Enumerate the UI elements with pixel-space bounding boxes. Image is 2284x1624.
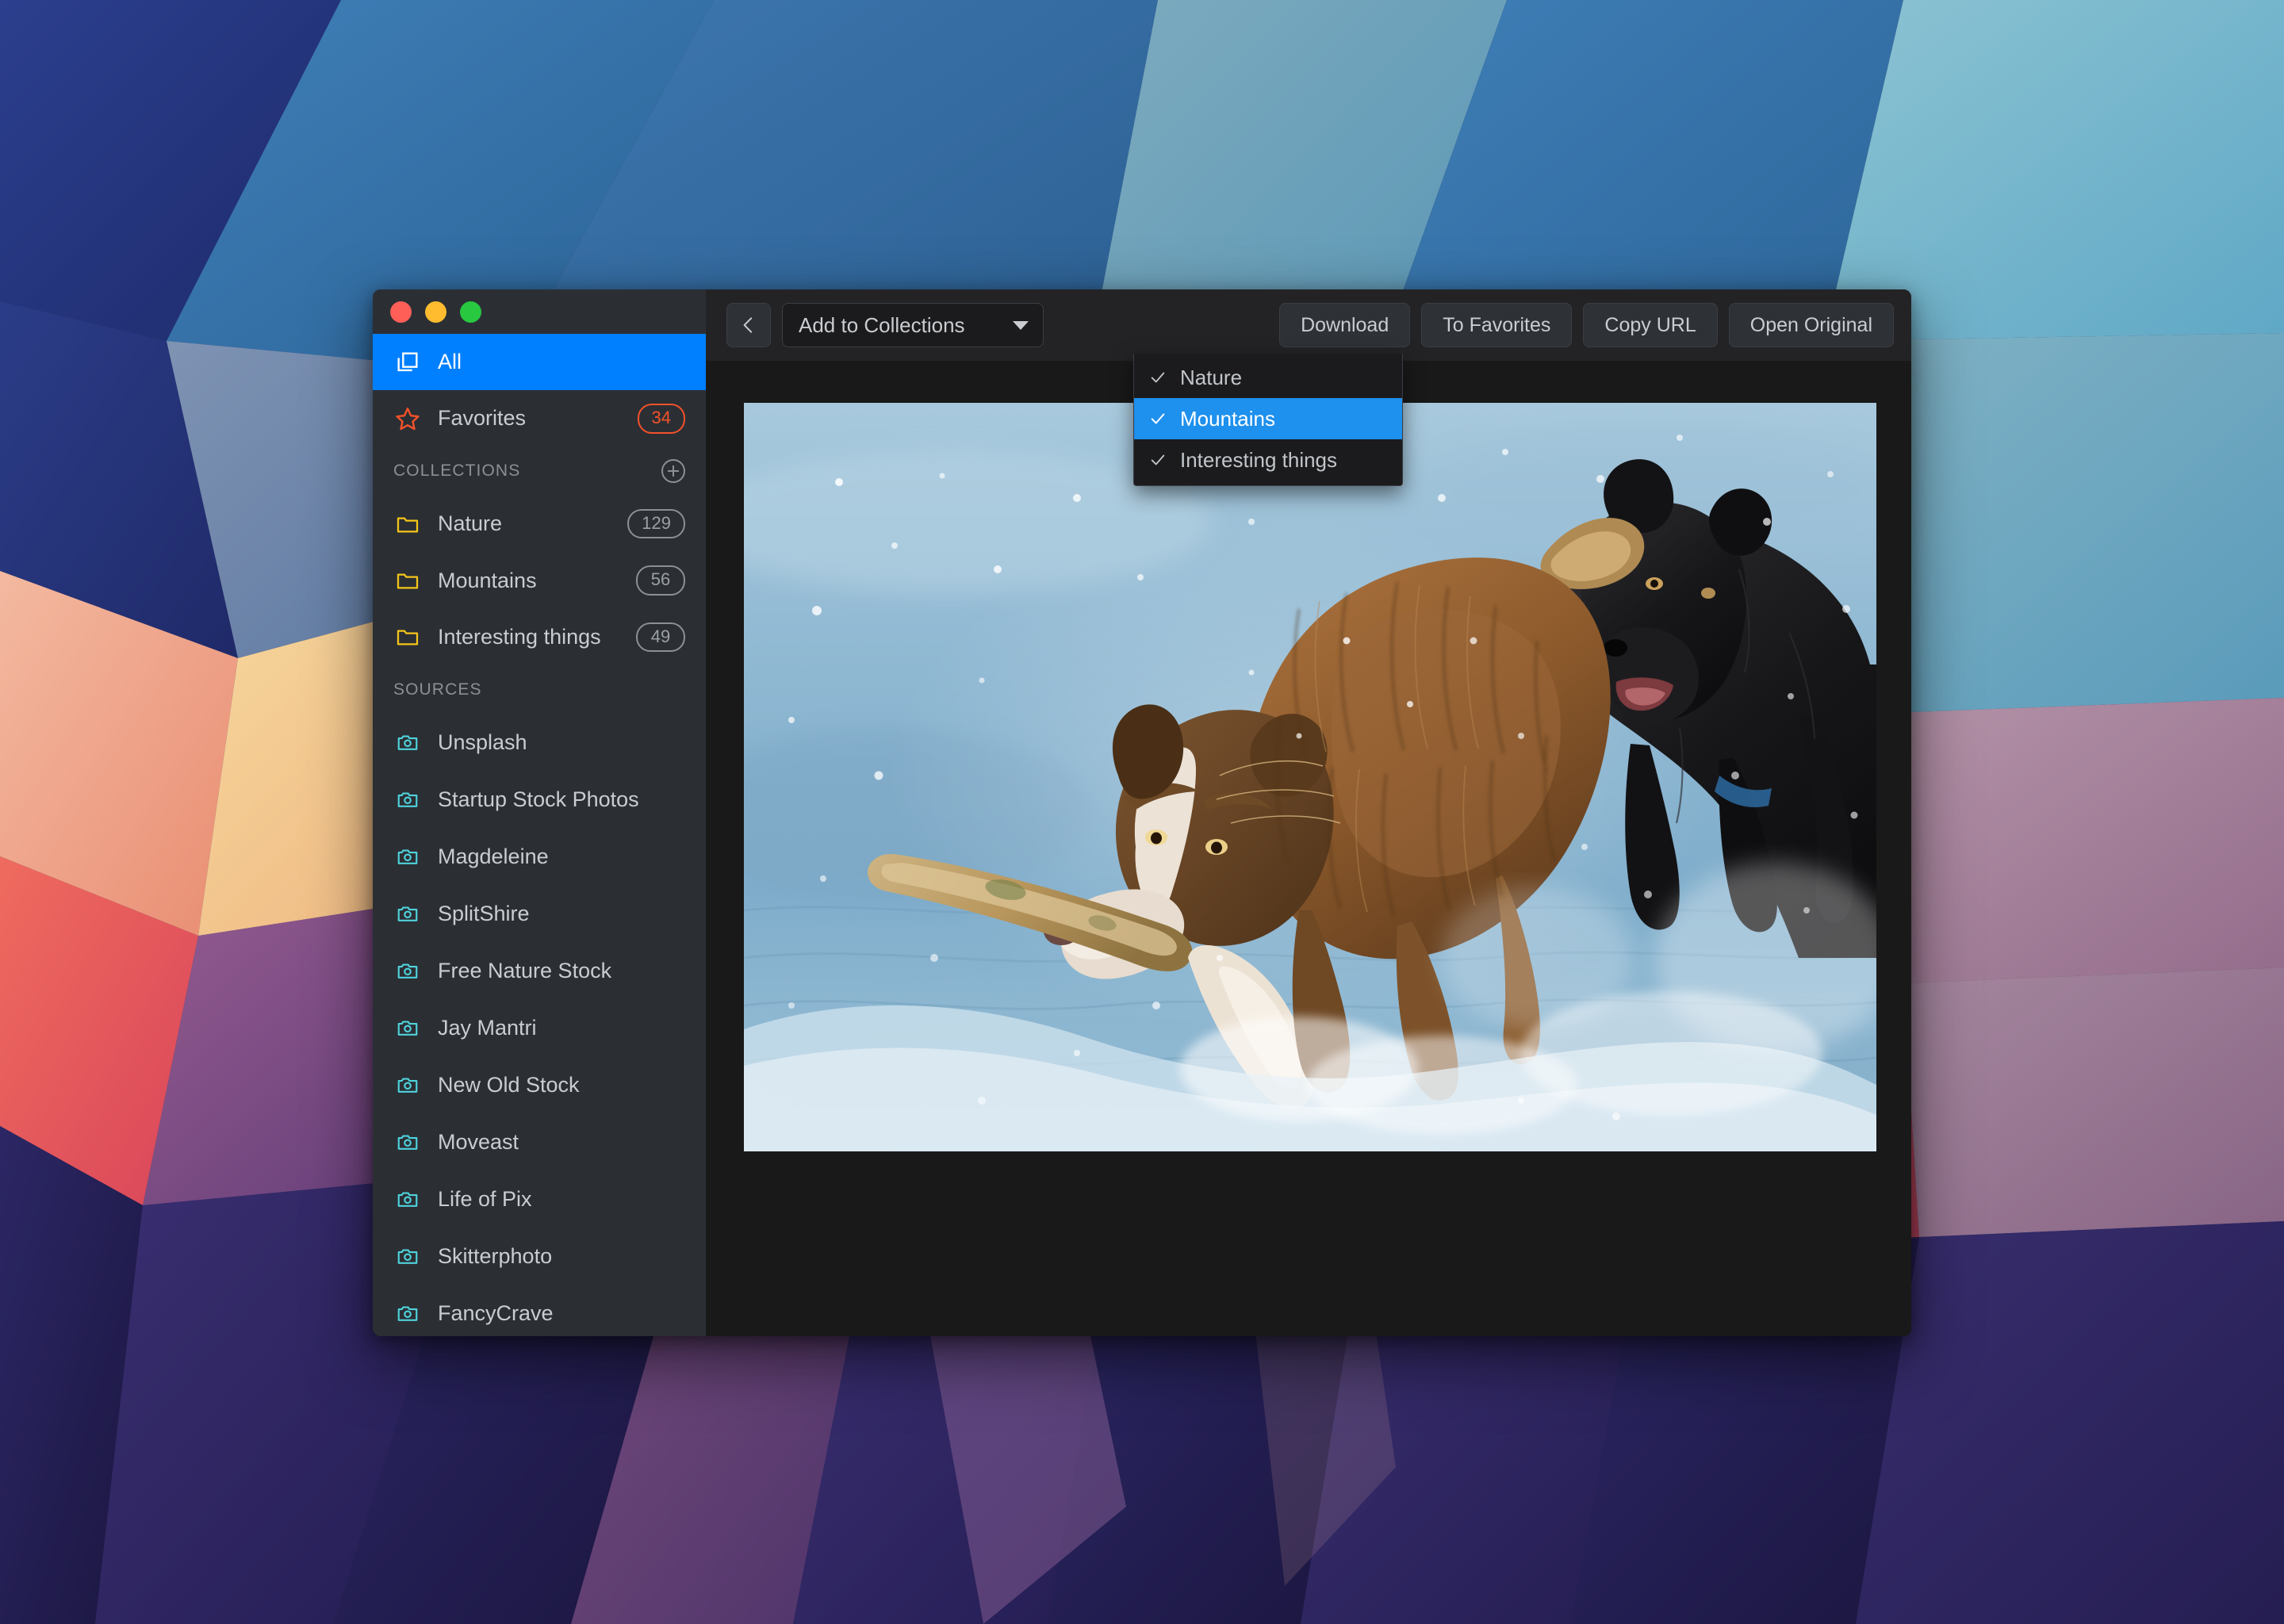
add-to-collections-label: Add to Collections: [799, 312, 965, 337]
dropdown-item-interesting-things-label: Interesting things: [1180, 447, 1338, 472]
star-icon: [393, 404, 422, 433]
back-button[interactable]: [726, 303, 771, 347]
sidebar-item-free-nature-stock-label: Free Nature Stock: [438, 958, 612, 982]
dropdown-item-interesting-things[interactable]: Interesting things: [1134, 439, 1402, 481]
application-window: All Favorites 34 COLLECTIONS Nature 129 …: [373, 289, 1911, 1336]
folder-icon: [393, 510, 422, 538]
dropdown-item-mountains[interactable]: Mountains: [1134, 398, 1402, 439]
sidebar-item-fancycrave-label: FancyCrave: [438, 1300, 554, 1325]
chevron-down-icon: [1013, 320, 1029, 330]
maximize-button[interactable]: [460, 301, 481, 323]
sidebar: All Favorites 34 COLLECTIONS Nature 129 …: [373, 289, 706, 1336]
interesting-things-count-badge: 49: [636, 622, 685, 653]
sidebar-item-favorites-label: Favorites: [438, 406, 527, 431]
sidebar-item-interesting-things[interactable]: Interesting things 49: [373, 609, 706, 665]
download-button[interactable]: Download: [1279, 303, 1411, 347]
sidebar-item-startup-stock-photos-label: Startup Stock Photos: [438, 787, 639, 811]
chevron-left-icon: [743, 317, 753, 333]
toolbar: Add to Collections Download To Favorites…: [706, 289, 1911, 361]
plus-circle-icon[interactable]: [661, 459, 685, 484]
sidebar-item-mountains-label: Mountains: [438, 568, 537, 592]
camera-icon: [393, 1071, 422, 1099]
sidebar-item-moveast[interactable]: Moveast: [373, 1113, 706, 1170]
camera-icon: [393, 728, 422, 756]
sources-section-title: SOURCES: [393, 680, 482, 699]
sidebar-item-magdeleine-label: Magdeleine: [438, 844, 549, 868]
copy-icon: [393, 348, 422, 377]
sidebar-item-magdeleine[interactable]: Magdeleine: [373, 828, 706, 885]
camera-icon: [393, 785, 422, 814]
sidebar-item-nature-label: Nature: [438, 511, 503, 536]
sidebar-item-skitterphoto[interactable]: Skitterphoto: [373, 1228, 706, 1285]
camera-icon: [393, 1013, 422, 1042]
sidebar-item-favorites[interactable]: Favorites 34: [373, 390, 706, 446]
sidebar-item-life-of-pix-label: Life of Pix: [438, 1186, 532, 1211]
to-favorites-button[interactable]: To Favorites: [1421, 303, 1573, 347]
photo-stage: [706, 361, 1911, 1336]
sidebar-item-unsplash-label: Unsplash: [438, 730, 527, 754]
camera-icon: [393, 956, 422, 985]
sidebar-item-new-old-stock[interactable]: New Old Stock: [373, 1056, 706, 1113]
minimize-button[interactable]: [425, 301, 446, 323]
check-icon: [1148, 451, 1167, 469]
window-titlebar: [373, 289, 706, 334]
camera-icon: [393, 1242, 422, 1270]
sidebar-item-jay-mantri[interactable]: Jay Mantri: [373, 999, 706, 1056]
sidebar-item-splitshire[interactable]: SplitShire: [373, 885, 706, 942]
sidebar-item-life-of-pix[interactable]: Life of Pix: [373, 1170, 706, 1228]
sidebar-item-fancycrave[interactable]: FancyCrave: [373, 1285, 706, 1336]
sidebar-item-all-label: All: [438, 350, 462, 374]
photo-viewer[interactable]: [744, 403, 1876, 1151]
dropdown-item-nature-label: Nature: [1180, 365, 1243, 389]
photo-dogs-in-water: [744, 403, 1876, 1151]
check-icon: [1148, 410, 1167, 427]
nature-count-badge: 129: [627, 509, 685, 539]
sidebar-item-nature[interactable]: Nature 129: [373, 496, 706, 552]
collections-section-title: COLLECTIONS: [393, 462, 521, 481]
sidebar-item-mountains[interactable]: Mountains 56: [373, 552, 706, 608]
camera-icon: [393, 1299, 422, 1327]
toolbar-actions: Download To Favorites Copy URL Open Orig…: [1279, 303, 1894, 347]
add-to-collections-dropdown: Nature Mountains Interesting things: [1133, 354, 1403, 486]
dropdown-item-nature[interactable]: Nature: [1134, 357, 1402, 398]
add-to-collections-select[interactable]: Add to Collections: [782, 303, 1044, 347]
sidebar-item-interesting-things-label: Interesting things: [438, 624, 601, 649]
main-pane: Add to Collections Download To Favorites…: [706, 289, 1911, 1336]
dropdown-item-mountains-label: Mountains: [1180, 406, 1275, 431]
favorites-count-badge: 34: [637, 404, 685, 434]
mountains-count-badge: 56: [636, 565, 685, 596]
check-icon: [1148, 369, 1167, 386]
camera-icon: [393, 1128, 422, 1156]
sources-list: Unsplash Startup Stock Photos Magdeleine: [373, 714, 706, 1336]
sidebar-item-moveast-label: Moveast: [438, 1129, 519, 1154]
open-original-button[interactable]: Open Original: [1728, 303, 1894, 347]
sidebar-item-all[interactable]: All: [373, 334, 706, 391]
sidebar-item-jay-mantri-label: Jay Mantri: [438, 1015, 537, 1040]
sidebar-item-startup-stock-photos[interactable]: Startup Stock Photos: [373, 771, 706, 828]
camera-icon: [393, 842, 422, 871]
sidebar-item-skitterphoto-label: Skitterphoto: [438, 1243, 553, 1268]
close-button[interactable]: [390, 301, 412, 323]
camera-icon: [393, 1185, 422, 1213]
folder-icon: [393, 622, 422, 651]
sidebar-item-free-nature-stock[interactable]: Free Nature Stock: [373, 942, 706, 999]
sidebar-item-splitshire-label: SplitShire: [438, 901, 530, 925]
sidebar-item-new-old-stock-label: New Old Stock: [438, 1072, 580, 1097]
camera-icon: [393, 899, 422, 928]
sidebar-item-unsplash[interactable]: Unsplash: [373, 714, 706, 771]
collections-section-header: COLLECTIONS: [373, 447, 706, 496]
sources-section-header: SOURCES: [373, 665, 706, 714]
copy-url-button[interactable]: Copy URL: [1583, 303, 1718, 347]
folder-icon: [393, 566, 422, 595]
